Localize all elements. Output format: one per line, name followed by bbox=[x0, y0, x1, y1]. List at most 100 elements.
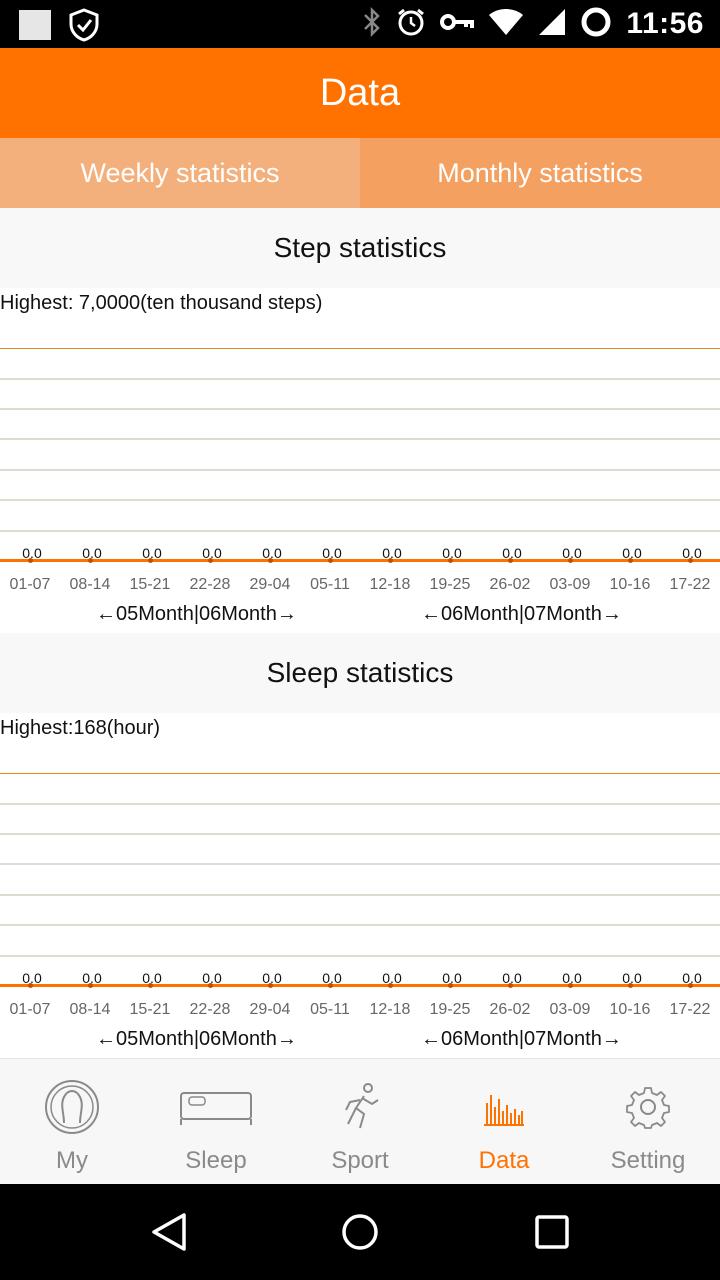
step-grid-line bbox=[0, 408, 720, 410]
sync-circle-icon bbox=[580, 6, 612, 43]
stats-tabs: Weekly statistics Monthly statistics bbox=[0, 138, 720, 208]
status-left bbox=[18, 8, 100, 47]
status-right: 11:56 bbox=[362, 0, 704, 48]
system-nav-bar bbox=[0, 1184, 720, 1280]
sleep-month-range-left[interactable]: ←05Month|06Month→ bbox=[96, 1028, 297, 1051]
sleep-week-label: 19-25 bbox=[429, 1001, 471, 1018]
sleep-week-label: 03-09 bbox=[549, 1001, 591, 1018]
shield-check-icon bbox=[68, 8, 100, 47]
sleep-data-point bbox=[628, 983, 633, 988]
nav-label-sport: Sport bbox=[331, 1147, 389, 1174]
sleep-week-label: 15-21 bbox=[129, 1001, 171, 1018]
sleep-grid-line bbox=[0, 955, 720, 957]
profile-icon bbox=[44, 1079, 100, 1135]
sleep-data-point bbox=[88, 983, 93, 988]
step-week-label: 08-14 bbox=[69, 576, 111, 593]
step-data-point bbox=[568, 558, 573, 563]
sleep-grid-line bbox=[0, 773, 720, 774]
step-data-point bbox=[148, 558, 153, 563]
home-icon[interactable] bbox=[341, 1212, 379, 1257]
step-week-label: 29-04 bbox=[249, 576, 291, 593]
sleep-week-label: 08-14 bbox=[69, 1001, 111, 1018]
step-week-label: 22-28 bbox=[189, 576, 231, 593]
sleep-data-point bbox=[328, 983, 333, 988]
step-month-range-right[interactable]: ←06Month|07Month→ bbox=[421, 603, 622, 626]
step-week-label: 05-11 bbox=[310, 576, 350, 593]
bed-icon bbox=[177, 1079, 255, 1135]
step-grid-line bbox=[0, 348, 720, 349]
alarm-icon bbox=[396, 7, 426, 42]
gear-icon bbox=[626, 1079, 670, 1135]
sleep-week-label: 12-18 bbox=[369, 1001, 411, 1018]
sleep-grid-line bbox=[0, 803, 720, 805]
step-grid-line bbox=[0, 438, 720, 440]
nav-item-sleep[interactable]: Sleep bbox=[144, 1059, 288, 1184]
step-data-point bbox=[268, 558, 273, 563]
app-bar: Data bbox=[0, 48, 720, 138]
step-data-point bbox=[508, 558, 513, 563]
sleep-week-label: 29-04 bbox=[249, 1001, 291, 1018]
sleep-data-point bbox=[268, 983, 273, 988]
sleep-highest-label: Highest:168(hour) bbox=[0, 717, 161, 739]
step-data-point bbox=[28, 558, 33, 563]
status-bar: 11:56 bbox=[0, 0, 720, 48]
sleep-data-point bbox=[208, 983, 213, 988]
sleep-data-point bbox=[388, 983, 393, 988]
sleep-data-point bbox=[148, 983, 153, 988]
back-icon[interactable] bbox=[150, 1212, 188, 1257]
sleep-data-point bbox=[508, 983, 513, 988]
sleep-week-label: 10-16 bbox=[609, 1001, 651, 1018]
runner-icon bbox=[338, 1079, 382, 1135]
step-data-point bbox=[328, 558, 333, 563]
app-root: 11:56 Data Weekly statistics Monthly sta… bbox=[0, 0, 720, 1280]
sleep-section-title: Sleep statistics bbox=[0, 633, 720, 713]
recents-icon[interactable] bbox=[534, 1212, 570, 1257]
tab-monthly-statistics[interactable]: Monthly statistics bbox=[360, 138, 720, 208]
step-data-point bbox=[688, 558, 693, 563]
step-grid-line bbox=[0, 499, 720, 501]
step-week-label: 19-25 bbox=[429, 576, 471, 593]
nav-item-setting[interactable]: Setting bbox=[576, 1059, 720, 1184]
step-week-label: 01-07 bbox=[9, 576, 51, 593]
sleep-week-label: 05-11 bbox=[310, 1001, 350, 1018]
nav-label-setting: Setting bbox=[610, 1147, 686, 1174]
sleep-data-point bbox=[28, 983, 33, 988]
step-data-point bbox=[388, 558, 393, 563]
cell-signal-icon bbox=[538, 8, 566, 41]
nav-item-my[interactable]: My bbox=[0, 1059, 144, 1184]
vpn-key-icon bbox=[440, 11, 475, 38]
step-data-point bbox=[628, 558, 633, 563]
step-month-range-left[interactable]: ←05Month|06Month→ bbox=[96, 603, 297, 626]
bluetooth-icon bbox=[362, 6, 382, 42]
bottom-navigation: My Sleep Sport Data Setting bbox=[0, 1058, 720, 1184]
step-week-label: 17-22 bbox=[669, 576, 711, 593]
sleep-week-label: 22-28 bbox=[189, 1001, 231, 1018]
sleep-grid-line bbox=[0, 924, 720, 926]
step-data-point bbox=[448, 558, 453, 563]
page-title: Data bbox=[319, 71, 401, 114]
sleep-week-label: 01-07 bbox=[9, 1001, 51, 1018]
step-data-point bbox=[88, 558, 93, 563]
wifi-icon bbox=[488, 8, 524, 41]
step-highest-label: Highest: 7,0000(ten thousand steps) bbox=[0, 292, 323, 314]
nav-item-sport[interactable]: Sport bbox=[288, 1059, 432, 1184]
nav-label-my: My bbox=[56, 1147, 88, 1174]
step-grid-line bbox=[0, 530, 720, 532]
step-section-title: Step statistics bbox=[0, 208, 720, 288]
tab-weekly-statistics[interactable]: Weekly statistics bbox=[0, 138, 360, 208]
notification-square-icon bbox=[18, 9, 52, 46]
sleep-week-label: 17-22 bbox=[669, 1001, 711, 1018]
sleep-week-label: 26-02 bbox=[489, 1001, 531, 1018]
sleep-grid-line bbox=[0, 894, 720, 896]
step-grid-line bbox=[0, 378, 720, 380]
sleep-grid-line bbox=[0, 833, 720, 835]
bar-chart-icon bbox=[482, 1079, 526, 1135]
step-data-point bbox=[208, 558, 213, 563]
sleep-data-point bbox=[568, 983, 573, 988]
nav-item-data[interactable]: Data bbox=[432, 1059, 576, 1184]
nav-label-data: Data bbox=[478, 1147, 530, 1174]
step-week-label: 03-09 bbox=[549, 576, 591, 593]
nav-label-sleep: Sleep bbox=[185, 1147, 247, 1174]
sleep-data-point bbox=[448, 983, 453, 988]
sleep-month-range-right[interactable]: ←06Month|07Month→ bbox=[421, 1028, 622, 1051]
